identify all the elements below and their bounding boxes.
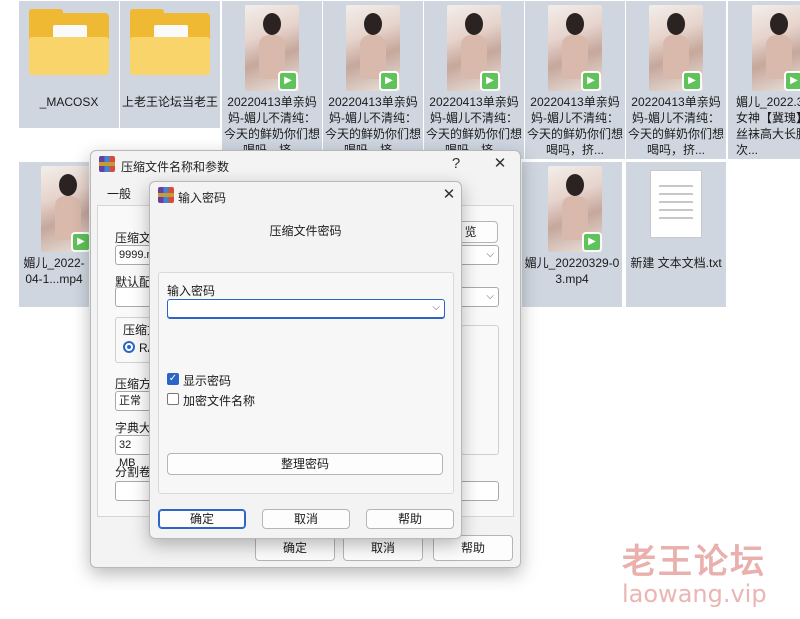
- archive-ok-label: 确定: [282, 541, 307, 555]
- winrar-icon: [99, 156, 115, 172]
- video-badge-icon: ▶: [480, 71, 500, 91]
- password-heading: 压缩文件密码: [269, 224, 342, 238]
- file-tile[interactable]: 上老王论坛当老王: [120, 1, 220, 128]
- archive-name-label: 压缩文: [115, 231, 152, 245]
- organize-passwords-button[interactable]: 整理密码: [167, 453, 443, 475]
- file-tile[interactable]: 新建 文本文档.txt: [626, 162, 726, 307]
- video-badge-icon: ▶: [582, 232, 602, 252]
- video-badge-icon: ▶: [278, 71, 298, 91]
- show-password-label: 显示密码: [183, 374, 232, 388]
- password-cancel-button[interactable]: 取消: [262, 509, 350, 529]
- file-name: 20220413单亲妈妈-媚儿不清纯：今天的鲜奶你们想喝吗，挤...: [426, 95, 523, 157]
- file-name: 20220413单亲妈妈-媚儿不清纯：今天的鲜奶你们想喝吗，挤...: [325, 95, 422, 157]
- password-help-button[interactable]: 帮助: [366, 509, 454, 529]
- file-tile[interactable]: ▶ 媚儿_2022-04-1...mp4: [19, 162, 89, 307]
- file-name: _MACOSX: [39, 95, 99, 109]
- encrypt-names-checkbox[interactable]: [167, 393, 179, 405]
- video-badge-icon: ▶: [784, 71, 800, 91]
- password-help-label: 帮助: [397, 512, 422, 526]
- chevron-down-icon: ⌵: [486, 249, 494, 260]
- dictionary-size-select[interactable]: 32 MB: [115, 435, 151, 469]
- file-name: 媚儿_20220329-03.mp4: [524, 256, 620, 286]
- dictionary-size-label: 字典大: [115, 421, 152, 435]
- archive-dialog-titlebar[interactable]: 压缩文件名称和参数 ? ✕: [91, 151, 520, 179]
- password-ok-label: 确定: [189, 512, 214, 526]
- compression-method-select[interactable]: 正常: [115, 391, 151, 411]
- split-volumes-label: 分割卷: [115, 465, 152, 479]
- compression-method-label: 压缩方: [115, 377, 152, 391]
- password-dialog-titlebar[interactable]: 输入密码 ✕: [150, 182, 461, 210]
- file-name: 20220413单亲妈妈-媚儿不清纯：今天的鲜奶你们想喝吗，挤...: [527, 95, 624, 157]
- folder-icon: [130, 9, 210, 75]
- file-name: 20220413单亲妈妈-媚儿不清纯：今天的鲜奶你们想喝吗，挤...: [628, 95, 725, 157]
- archive-cancel-label: 取消: [370, 541, 395, 555]
- watermark-url: laowang.vip: [622, 580, 767, 608]
- file-tile[interactable]: ▶ 20220413单亲妈妈-媚儿不清纯：今天的鲜奶你们想喝吗，挤...: [222, 1, 322, 159]
- file-tile[interactable]: ▶ 20220413单亲妈妈-媚儿不清纯：今天的鲜奶你们想喝吗，挤...: [525, 1, 625, 159]
- close-icon[interactable]: ✕: [487, 153, 513, 175]
- archive-name-value: 9999.r: [119, 249, 151, 261]
- file-tile[interactable]: ▶ 20220413单亲妈妈-媚儿不清纯：今天的鲜奶你们想喝吗，挤...: [424, 1, 524, 159]
- close-icon[interactable]: ✕: [436, 184, 462, 206]
- video-badge-icon: ▶: [682, 71, 702, 91]
- archive-help-label: 帮助: [460, 541, 485, 555]
- password-cancel-label: 取消: [293, 512, 318, 526]
- file-name: 上老王论坛当老王: [122, 95, 219, 109]
- folder-icon: [29, 9, 109, 75]
- show-password-checkbox[interactable]: ✓: [167, 373, 179, 385]
- watermark-title: 老王论坛: [622, 542, 766, 582]
- password-input-label: 输入密码: [167, 284, 216, 298]
- file-tile[interactable]: ▶ 20220413单亲妈妈-媚儿不清纯：今天的鲜奶你们想喝吗，挤...: [626, 1, 726, 159]
- browse-button-label: 览: [464, 225, 477, 239]
- archive-dialog-title: 压缩文件名称和参数: [121, 160, 230, 174]
- winrar-icon: [158, 187, 174, 203]
- format-rar-radio[interactable]: [123, 341, 135, 353]
- chevron-down-icon[interactable]: ⌵: [432, 302, 440, 313]
- file-name: 20220413单亲妈妈-媚儿不清纯：今天的鲜奶你们想喝吗，挤...: [224, 95, 321, 157]
- archive-options-group: [461, 325, 499, 455]
- help-icon[interactable]: ?: [443, 153, 469, 175]
- file-tile[interactable]: ▶ 20220413单亲妈妈-媚儿不清纯：今天的鲜奶你们想喝吗，挤...: [323, 1, 423, 159]
- file-tile[interactable]: ▶ 媚儿_2022.3极品女神【冀瑰】黑丝袜高大长腿首次...: [728, 1, 800, 159]
- video-badge-icon: ▶: [581, 71, 601, 91]
- file-tile[interactable]: ▶ 媚儿_20220329-03.mp4: [522, 162, 622, 307]
- file-tile[interactable]: _MACOSX: [19, 1, 119, 128]
- video-badge-icon: ▶: [71, 232, 89, 252]
- video-badge-icon: ▶: [379, 71, 399, 91]
- password-dialog-title: 输入密码: [178, 191, 227, 205]
- file-name: 新建 文本文档.txt: [630, 256, 722, 270]
- file-name: 媚儿_2022-04-1...mp4: [23, 256, 85, 286]
- tab-general[interactable]: 一般: [97, 183, 141, 205]
- text-file-icon: [650, 170, 702, 238]
- organize-passwords-label: 整理密码: [280, 457, 329, 471]
- password-dialog: 输入密码 ✕ 压缩文件密码 输入密码 ⌵ ✓ 显示密码 加密文件名称 整理密码 …: [149, 181, 462, 539]
- chevron-down-icon: ⌵: [486, 291, 494, 302]
- encrypt-names-label: 加密文件名称: [183, 394, 256, 408]
- password-panel: 输入密码 ⌵ ✓ 显示密码 加密文件名称 整理密码: [158, 272, 454, 494]
- password-ok-button[interactable]: 确定: [158, 509, 246, 529]
- password-input[interactable]: ⌵: [167, 299, 445, 319]
- file-name: 媚儿_2022.3极品女神【冀瑰】黑丝袜高大长腿首次...: [736, 95, 800, 157]
- compression-method-value: 正常: [119, 395, 141, 407]
